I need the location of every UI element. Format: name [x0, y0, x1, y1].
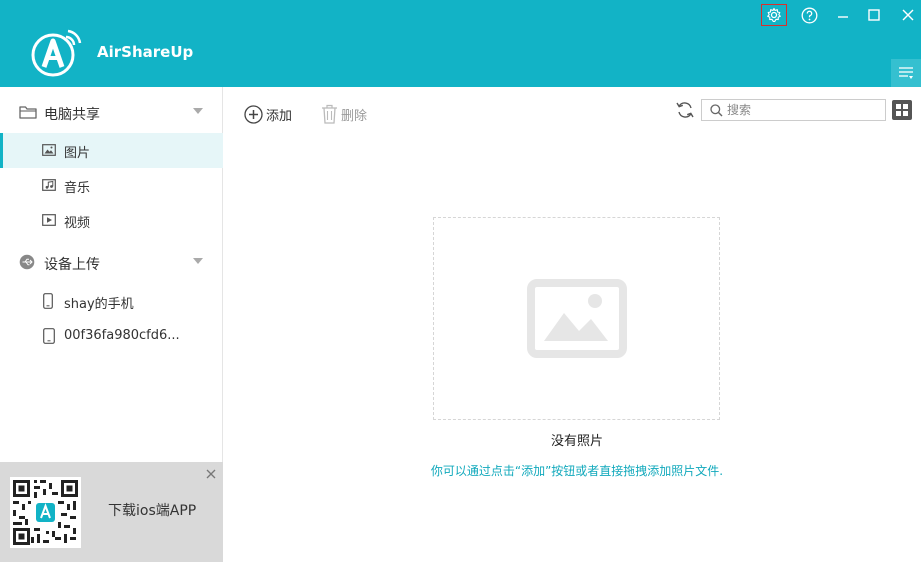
- section-computer-share[interactable]: 电脑共享: [0, 95, 223, 129]
- app-logo-icon: [31, 29, 82, 77]
- sidebar-item-images[interactable]: 图片: [0, 133, 223, 168]
- maximize-button[interactable]: [861, 4, 887, 26]
- add-label: 添加: [266, 108, 293, 124]
- close-button[interactable]: [895, 4, 921, 26]
- refresh-icon[interactable]: [675, 101, 695, 119]
- menu-icon: [899, 67, 913, 79]
- music-icon: [42, 179, 56, 191]
- grid-view-button[interactable]: [892, 100, 912, 120]
- sidebar-item-music[interactable]: 音乐: [0, 168, 223, 203]
- search-input[interactable]: [727, 102, 879, 118]
- trash-icon: [322, 104, 337, 124]
- sidebar-item-device-phone[interactable]: shay的手机: [0, 284, 223, 319]
- menu-toggle-button[interactable]: [891, 59, 921, 87]
- empty-state: 没有照片: [0, 430, 921, 449]
- sidebar-item-label: 图片: [64, 146, 91, 161]
- title-bar: AirShareUp: [0, 0, 921, 87]
- chevron-down-icon: [193, 108, 203, 114]
- sidebar-item-label: 00f36fa980cfd6...: [64, 328, 180, 343]
- sidebar-item-device-tablet[interactable]: 00f36fa980cfd6...: [0, 319, 223, 354]
- add-button[interactable]: 添加: [244, 104, 292, 124]
- sidebar-item-video[interactable]: 视频: [0, 203, 223, 238]
- gear-icon: [767, 7, 781, 22]
- video-icon: [42, 214, 56, 226]
- plus-circle-icon: [244, 104, 263, 124]
- folder-icon: [19, 106, 37, 119]
- qr-code-icon[interactable]: [10, 477, 81, 548]
- sidebar: 电脑共享 图片 音乐 视频 设备上传 shay的手机 00f36fa980cfd…: [0, 87, 223, 562]
- delete-button[interactable]: 删除: [321, 104, 367, 124]
- phone-icon: [43, 293, 53, 309]
- download-app-promo: 下载ios端APP: [0, 462, 223, 562]
- maximize-icon: [868, 9, 880, 21]
- section-label: 电脑共享: [44, 107, 100, 123]
- image-placeholder-icon: [527, 279, 627, 358]
- close-icon[interactable]: [205, 468, 217, 480]
- close-icon: [902, 9, 914, 21]
- chevron-down-icon: [193, 258, 203, 264]
- sidebar-item-label: 视频: [64, 216, 91, 231]
- search-icon: [710, 104, 723, 117]
- minimize-button[interactable]: [830, 4, 856, 26]
- tablet-icon: [43, 328, 55, 344]
- help-icon: [801, 7, 817, 23]
- empty-hint: 你可以通过点击“添加”按钮或者直接拖拽添加照片文件.: [430, 464, 724, 478]
- search-box[interactable]: [701, 99, 886, 121]
- delete-label: 删除: [341, 108, 368, 124]
- help-button[interactable]: [796, 4, 822, 26]
- empty-title: 没有照片: [550, 434, 603, 449]
- usb-icon: [19, 254, 35, 270]
- app-title: AirShareUp: [97, 43, 194, 61]
- minimize-icon: [838, 16, 848, 18]
- settings-button[interactable]: [761, 4, 787, 26]
- section-label: 设备上传: [44, 257, 100, 273]
- promo-text: 下载ios端APP: [108, 503, 197, 519]
- sidebar-item-label: 音乐: [64, 181, 91, 196]
- image-icon: [42, 144, 56, 156]
- sidebar-item-label: shay的手机: [64, 297, 134, 312]
- section-device-upload[interactable]: 设备上传: [0, 245, 223, 279]
